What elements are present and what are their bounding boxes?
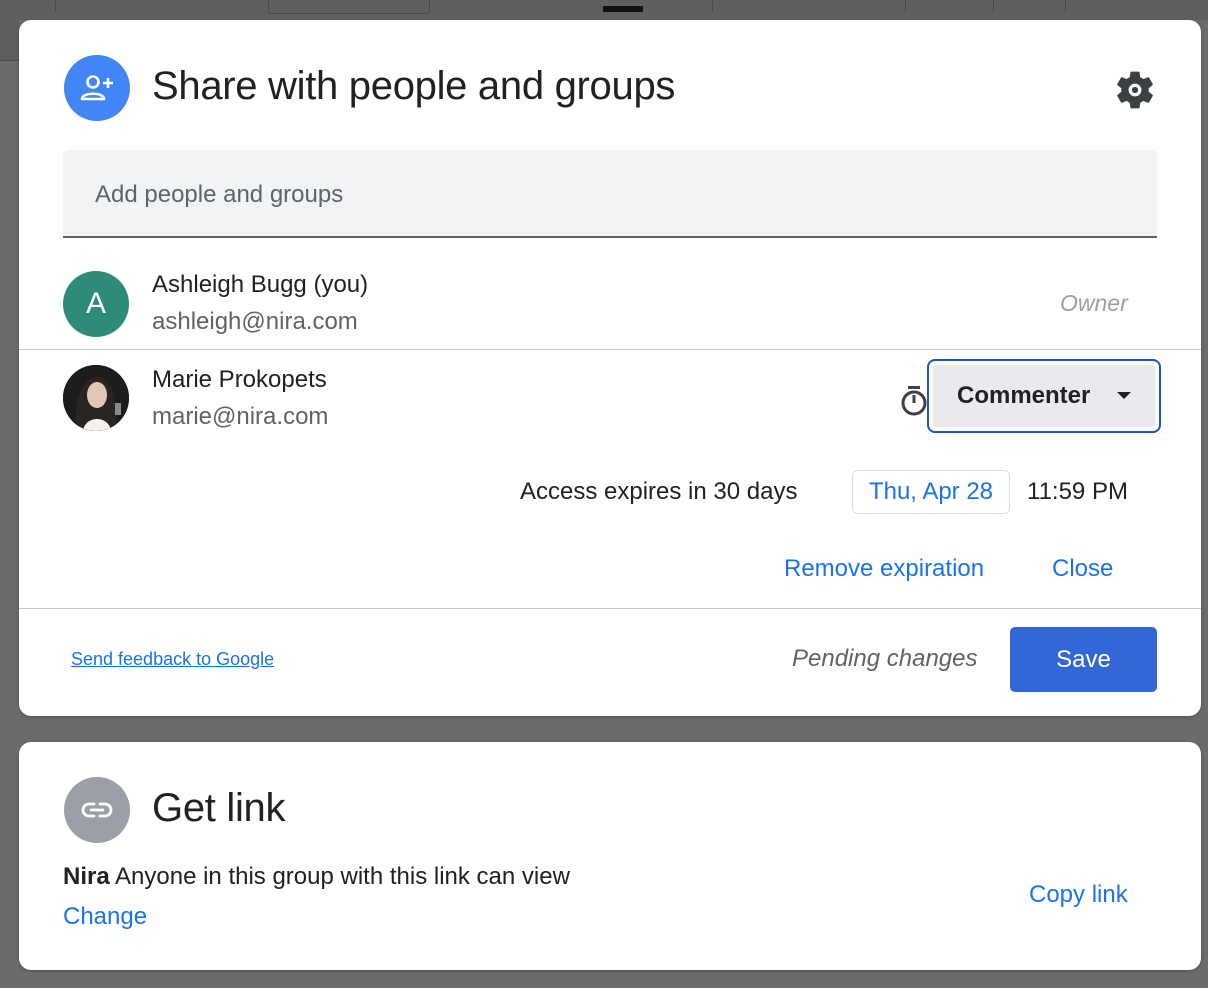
close-expiration-button[interactable]: Close: [1052, 555, 1113, 583]
background-toolbar: [0, 0, 1208, 20]
expiration-time: 11:59 PM: [1027, 478, 1128, 505]
background-ruler: [0, 20, 19, 61]
send-feedback-link[interactable]: Send feedback to Google: [71, 649, 274, 670]
link-icon: [64, 777, 130, 843]
toolbar-separator: [905, 0, 906, 12]
timer-icon: [899, 385, 929, 417]
person-email: marie@nira.com: [152, 403, 329, 430]
settings-gear-icon[interactable]: [1113, 68, 1157, 112]
add-person-icon: [64, 55, 130, 121]
toolbar-font-size-box: [268, 0, 430, 14]
link-group-name: Nira: [63, 863, 110, 890]
remove-expiration-button[interactable]: Remove expiration: [784, 555, 984, 583]
role-dropdown-label: Commenter: [957, 382, 1091, 409]
expiration-date-picker[interactable]: Thu, Apr 28: [852, 470, 1010, 514]
toolbar-separator: [55, 0, 56, 12]
share-dialog: Share with people and groups A Ashleigh …: [19, 20, 1201, 716]
dropdown-arrow-icon: [1117, 387, 1131, 405]
owner-role-label: Owner: [1060, 290, 1128, 316]
link-access-description: Nira Anyone in this group with this link…: [63, 863, 570, 891]
divider: [19, 349, 1201, 350]
avatar: A: [63, 271, 129, 337]
avatar-initial: A: [85, 287, 106, 320]
link-access-text: Anyone in this group with this link can …: [115, 863, 570, 890]
copy-link-button[interactable]: Copy link: [1029, 881, 1128, 909]
add-people-field[interactable]: [63, 150, 1157, 238]
divider: [19, 608, 1201, 609]
role-dropdown[interactable]: Commenter: [927, 359, 1161, 433]
dialog-title: Share with people and groups: [152, 64, 676, 108]
add-people-input[interactable]: [93, 174, 1097, 216]
change-link-button[interactable]: Change: [63, 903, 147, 931]
toolbar-separator: [712, 0, 713, 12]
save-button[interactable]: Save: [1010, 627, 1157, 692]
person-email: ashleigh@nira.com: [152, 308, 358, 335]
get-link-title: Get link: [152, 786, 286, 830]
toolbar-separator: [993, 0, 994, 12]
expiration-text: Access expires in 30 days: [520, 478, 798, 505]
toolbar-separator: [1065, 0, 1066, 12]
pending-changes-label: Pending changes: [792, 645, 978, 672]
person-name: Ashleigh Bugg (you): [152, 271, 369, 298]
get-link-panel: Get link Nira Anyone in this group with …: [19, 742, 1201, 970]
toolbar-color-bar: [603, 6, 643, 12]
person-name: Marie Prokopets: [152, 366, 327, 393]
avatar-photo: [63, 365, 129, 431]
